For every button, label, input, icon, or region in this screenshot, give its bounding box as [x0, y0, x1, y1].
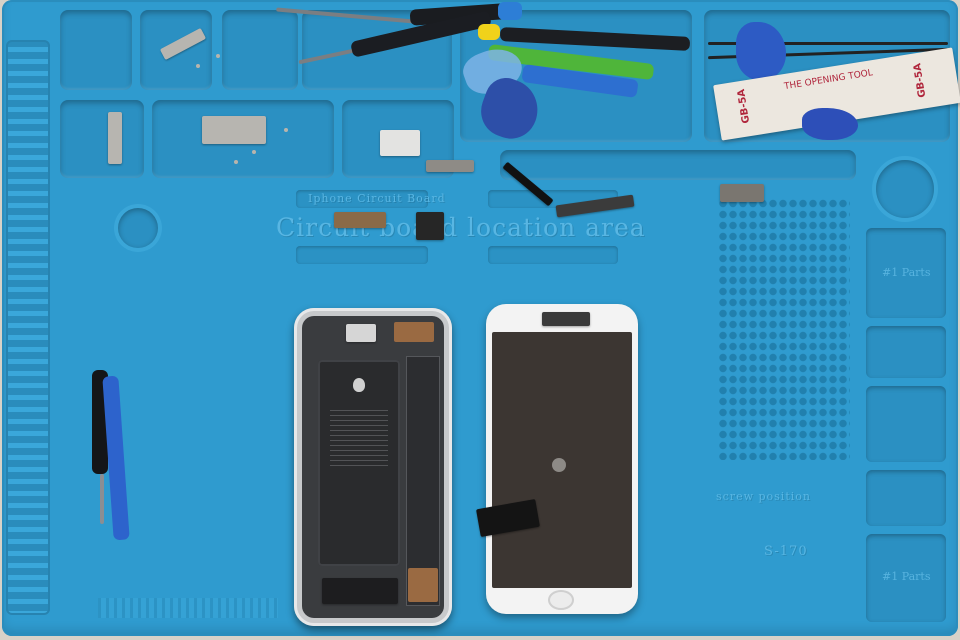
- opened-iphone-body: [294, 308, 452, 626]
- bottom-ruler: [98, 598, 278, 618]
- blue-pick-under-box: [802, 108, 858, 140]
- screwdriver-cap-2: [478, 24, 500, 40]
- circuit-board-area-label: Circuit board location area: [276, 213, 646, 242]
- iphone-internals: [302, 316, 444, 618]
- screw: [252, 150, 256, 154]
- top-tray-1: [60, 10, 132, 90]
- battery-regulatory-text: [330, 410, 388, 470]
- side-tray-label: #1 Parts: [882, 570, 931, 583]
- mid-tray-1: [60, 100, 144, 178]
- round-well-right: [876, 160, 934, 218]
- box-model-right: GB-5A: [912, 62, 929, 99]
- side-tray-label: #1 Parts: [882, 266, 931, 279]
- left-ruler: [6, 40, 50, 615]
- side-tray-4: [866, 470, 946, 526]
- copper-shield-bottom: [408, 568, 438, 602]
- side-tray-2: [866, 326, 946, 378]
- side-tray-3: [866, 386, 946, 462]
- sim-tray: [380, 130, 420, 156]
- screw-position-label: screw position: [716, 490, 811, 503]
- earpiece-cutout: [542, 312, 590, 326]
- plate-label: Iphone Circuit Board: [308, 192, 446, 205]
- slot-row: [500, 150, 856, 180]
- battery: [318, 360, 400, 566]
- loose-screwdriver-shaft: [100, 474, 104, 524]
- copper-shield-top: [394, 322, 434, 342]
- screw: [216, 54, 220, 58]
- screw-dot-grid: [718, 198, 850, 460]
- display-spot: [552, 458, 566, 472]
- round-well-left: [118, 208, 158, 248]
- detached-display: [476, 304, 638, 614]
- top-tray-3: [222, 10, 298, 90]
- sim-eject-pin: [426, 160, 474, 172]
- screwdriver-cap-1: [498, 2, 522, 20]
- repair-mat-photo: Iphone Circuit Board Circuit board locat…: [0, 0, 960, 640]
- camera-module: [346, 324, 376, 342]
- model-size-label: S-170: [764, 544, 808, 559]
- plate-bottom-left: [296, 246, 428, 264]
- apple-logo-icon: [353, 378, 365, 392]
- metal-bracket-3: [720, 184, 764, 202]
- screw: [284, 128, 288, 132]
- taptic-engine: [322, 578, 398, 604]
- home-button-bracket: [334, 212, 386, 228]
- metal-shield-plate: [202, 116, 266, 144]
- earpiece-speaker: [416, 212, 444, 240]
- metal-bracket-2: [108, 112, 122, 164]
- box-caption: THE OPENING TOOL: [783, 68, 874, 93]
- plate-bottom-right: [488, 246, 618, 264]
- side-tray-5: #1 Parts: [866, 534, 946, 622]
- box-model-left: GB-5A: [735, 88, 753, 125]
- screw: [196, 64, 200, 68]
- side-tray-1: #1 Parts: [866, 228, 946, 318]
- screw: [234, 160, 238, 164]
- home-button-hole: [548, 590, 574, 610]
- display-backplate: [492, 332, 632, 588]
